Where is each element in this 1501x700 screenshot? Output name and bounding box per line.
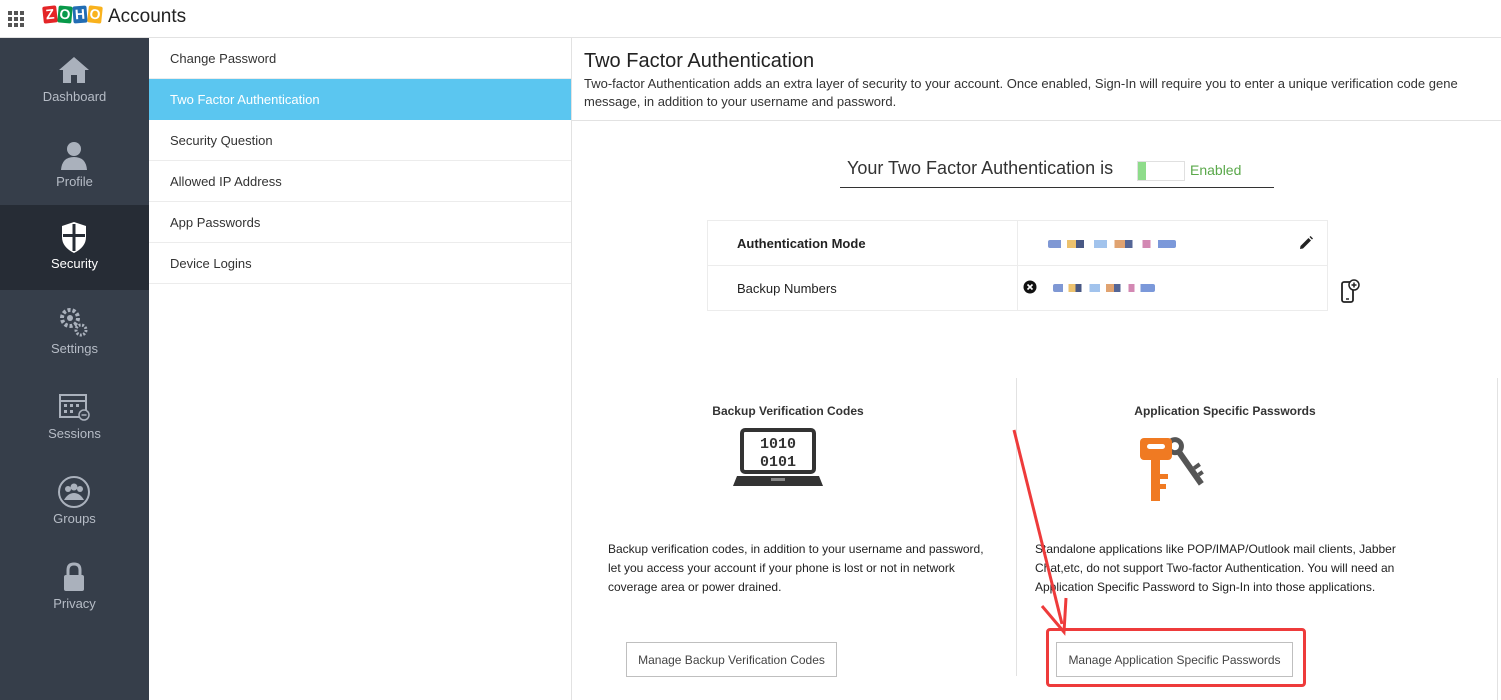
auth-mode-value-redacted [1048,240,1176,248]
sidebar-item-label: Groups [53,511,96,526]
page-description: Two-factor Authentication adds an extra … [584,76,1458,109]
app-passwords-title: Application Specific Passwords [1134,404,1316,418]
sidebar-item-groups[interactable]: Groups [0,460,149,545]
sidebar-item-label: Privacy [53,596,96,611]
header-divider [572,120,1501,121]
gear-icon [60,308,88,337]
group-icon [58,476,90,508]
svg-text:0101: 0101 [760,454,796,471]
main-content: Two Factor Authentication Two-factor Aut… [572,38,1501,700]
page-title: Two Factor Authentication [584,50,815,72]
auth-details-table: Authentication Mode Backup Numbers [707,220,1328,311]
security-subnav: Change Password Two Factor Authenticatio… [149,38,572,700]
status-value: Enabled [1190,162,1242,178]
sidebar-item-sessions[interactable]: Sessions [0,375,149,460]
edit-icon[interactable] [1299,236,1313,250]
backup-codes-title: Backup Verification Codes [712,404,864,418]
sidebar-item-dashboard[interactable]: Dashboard [0,38,149,123]
backup-number-value-redacted [1053,284,1155,292]
status-label: Your Two Factor Authentication is [847,158,1114,178]
subnav-item-app-passwords[interactable]: App Passwords [149,202,571,243]
remove-number-icon[interactable] [1023,280,1037,294]
zoho-logo[interactable]: Z O H O [42,5,103,28]
home-icon [59,57,89,83]
sidebar-item-label: Dashboard [42,89,107,104]
sidebar-item-label: Security [51,256,98,271]
annotation-arrow [1012,429,1068,636]
user-icon [61,142,87,170]
subnav-item-allowed-ip-address[interactable]: Allowed IP Address [149,161,571,202]
subnav-item-device-logins[interactable]: Device Logins [149,243,571,284]
subnav-item-two-factor-authentication[interactable]: Two Factor Authentication [149,79,571,120]
sidebar-item-profile[interactable]: Profile [0,123,149,208]
subnav-item-security-question[interactable]: Security Question [149,120,571,161]
sidebar-item-privacy[interactable]: Privacy [0,545,149,630]
backup-codes-description: Backup verification codes, in addition t… [608,542,984,594]
keys-icon [1140,437,1204,501]
laptop-code-icon: 1010 0101 [733,428,823,486]
svg-text:1010: 1010 [760,436,796,453]
shield-icon [62,222,86,253]
sidebar: Dashboard Profile Security Settings Sess… [0,38,149,700]
app-grid-icon[interactable] [8,11,24,27]
app-passwords-description: Standalone applications like POP/IMAP/Ou… [1035,542,1396,594]
app-title: Accounts [108,6,187,27]
sidebar-item-security[interactable]: Security [0,205,149,290]
auth-mode-label: Authentication Mode [737,236,866,251]
manage-app-passwords-button[interactable]: Manage Application Specific Passwords [1056,642,1293,677]
lock-icon [64,562,84,591]
manage-backup-codes-button[interactable]: Manage Backup Verification Codes [626,642,837,677]
sidebar-item-label: Sessions [48,426,101,441]
backup-numbers-label: Backup Numbers [737,281,837,296]
sidebar-item-label: Profile [56,174,93,189]
add-backup-number-icon[interactable] [1340,278,1360,304]
sidebar-item-label: Settings [51,341,98,356]
tfa-status: Your Two Factor Authentication is Enable… [840,158,1274,188]
calendar-icon [59,394,90,421]
subnav-item-change-password[interactable]: Change Password [149,38,571,79]
tfa-toggle[interactable] [1137,161,1185,181]
sidebar-item-settings[interactable]: Settings [0,290,149,375]
top-bar: Z O H O Accounts [0,0,1501,38]
